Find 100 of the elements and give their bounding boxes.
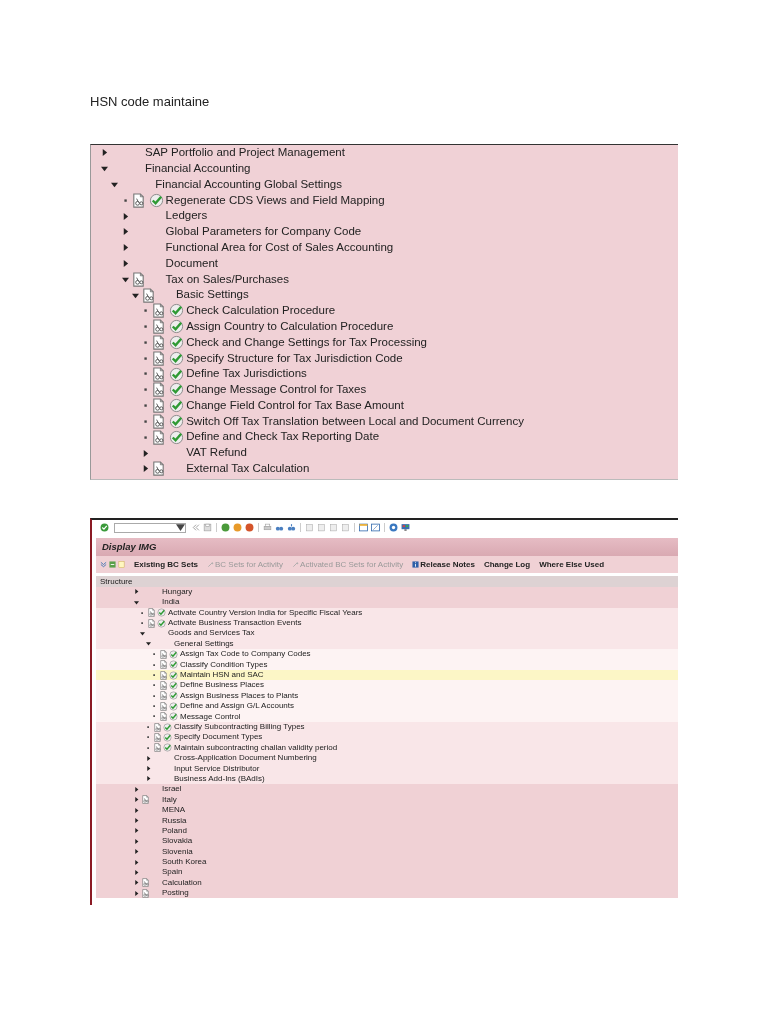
tree-row[interactable]: Input Service Distributor [96,763,678,774]
triangle-right-icon[interactable] [146,766,151,772]
tree-row[interactable]: General Settings [96,638,678,650]
tree-row[interactable]: Assign Tax Code to Company Codes [96,649,678,660]
tree-item-label[interactable]: Hungary [162,587,193,596]
triangle-right-icon[interactable] [121,228,129,236]
tree-row[interactable]: Spain [96,867,678,878]
toolbar-button[interactable]: Where Else Used [539,559,605,569]
triangle-right-icon[interactable] [134,890,139,896]
triangle-right-icon[interactable] [134,859,139,865]
tree-row[interactable]: Classify Condition Types [96,659,678,670]
tree-item-label[interactable]: India [162,598,180,607]
tree-item-label[interactable]: South Korea [162,858,207,867]
tree-row[interactable]: Poland [96,825,678,837]
tree-item-label[interactable]: Ledgers [165,210,208,222]
triangle-down-icon[interactable] [121,275,129,283]
tree-item-label[interactable]: Assign Country to Calculation Procedure [186,320,394,333]
tree-row[interactable]: Cross-Application Document Numbering [96,753,678,764]
tree-item-label[interactable]: Assign Business Places to Plants [180,691,299,700]
tree-row[interactable]: Calculation [96,877,678,889]
tree-row[interactable]: Activate Business Transaction Events [96,617,678,629]
tree-row[interactable]: Hungary [96,586,678,598]
tree-row[interactable]: Activate Country Version India for Specific Fiscal Years [96,607,678,618]
tree-row[interactable]: Posting [96,888,678,899]
triangle-right-icon[interactable] [134,869,139,875]
tree-item-label[interactable]: Poland [162,826,187,835]
tree-item-label[interactable]: Regenerate CDS Views and Field Mapping [165,194,385,207]
triangle-right-icon[interactable] [134,849,139,855]
command-field[interactable] [114,522,186,533]
tree-item-label[interactable]: Document [165,257,218,270]
triangle-right-icon[interactable] [142,449,150,457]
tree-row[interactable]: Israel [96,784,678,795]
tree-item-label[interactable]: Posting [162,889,189,898]
tree-item-label[interactable]: Define and Assign G/L Accounts [180,702,294,711]
triangle-right-icon[interactable] [121,244,129,252]
tree-item-label[interactable]: Financial Accounting Global Settings [155,178,342,191]
tree-item-label[interactable]: Define and Check Tax Reporting Date [186,431,380,443]
tree-item-label[interactable]: Check Calculation Procedure [186,305,336,317]
tree-item-label[interactable]: Classify Subcontracting Billing Types [174,723,305,731]
tree-item-label[interactable]: Financial Accounting [145,162,251,175]
tree-item-label[interactable]: Functional Area for Cost of Sales Accounting [165,241,394,254]
tree-item-label[interactable]: Maintain HSN and SAC [180,671,264,680]
tree-item-label[interactable]: Input Service Distributor [174,764,260,773]
tree-row[interactable]: Maintain HSN and SAC [96,669,678,681]
toolbar-button[interactable]: Release Notes [412,559,475,569]
triangle-right-icon[interactable] [101,149,108,157]
triangle-right-icon[interactable] [146,755,151,761]
tree-item-label[interactable]: Assign Tax Code to Company Codes [180,650,311,659]
triangle-right-icon[interactable] [134,807,139,813]
tree-item-label[interactable]: Slovakia [162,837,193,846]
tree-item-label[interactable]: Italy [162,795,177,804]
tree-row[interactable]: Define and Assign G/L Accounts [96,701,678,712]
triangle-right-icon[interactable] [134,589,139,595]
tree-item-label[interactable]: SAP Portfolio and Project Management [145,147,345,159]
triangle-right-icon[interactable] [134,786,139,792]
tree-item-label[interactable]: Message Control [180,712,241,721]
tree-item-label[interactable]: Define Tax Jurisdictions [186,368,307,380]
tree-row[interactable]: South Korea [96,856,678,868]
triangle-right-icon[interactable] [134,828,139,834]
triangle-down-icon[interactable] [140,631,145,636]
tree-item-label[interactable]: Slovenia [162,847,193,856]
tree-item-label[interactable]: Basic Settings [175,289,249,301]
tree-item-label[interactable]: Change Field Control for Tax Base Amount [186,399,404,412]
tree-row[interactable]: MENA [96,804,678,816]
tree-item-label[interactable]: Switch Off Tax Translation between Local and Document Currency [186,415,524,428]
triangle-down-icon[interactable] [134,599,139,605]
tree-item-label[interactable]: Activate Business Transaction Events [168,619,302,628]
tree-item-label[interactable]: Goods and Services Tax [168,629,255,638]
triangle-right-icon[interactable] [142,465,150,473]
tree-item-label[interactable]: Tax on Sales/Purchases [165,273,289,285]
tree-row[interactable]: Italy [96,794,678,805]
tree-item-label[interactable]: Classify Condition Types [180,660,268,669]
tree-item-label[interactable]: Global Parameters for Company Code [165,226,362,238]
tree-item-label[interactable]: External Tax Calculation [186,463,310,475]
tree-row[interactable]: Russia [96,815,678,826]
tree-item-label[interactable]: Change Message Control for Taxes [186,384,367,396]
triangle-right-icon[interactable] [134,880,139,886]
tree-item-label[interactable]: Israel [162,785,182,794]
triangle-right-icon[interactable] [134,818,139,823]
tree-item-label[interactable]: MENA [162,806,186,815]
tree-item-label[interactable]: Specify Document Types [174,733,263,742]
tree-row[interactable]: Message Control [96,711,678,722]
tree-item-label[interactable]: Spain [162,868,183,877]
tree-item-label[interactable]: Business Add-Ins (BAdIs) [174,774,265,783]
tree-item-label[interactable]: General Settings [174,639,234,648]
tree-item-label[interactable]: Calculation [162,878,202,887]
tree-row[interactable]: Classify Subcontracting Billing Types [96,721,678,733]
tree-item-label[interactable]: Cross-Application Document Numbering [174,754,317,763]
toolbar-button[interactable]: Change Log [483,559,531,569]
tree-row[interactable]: India [96,597,678,608]
tree-row[interactable]: Goods and Services Tax [96,628,678,639]
triangle-right-icon[interactable] [121,212,129,220]
tree-row[interactable]: Slovakia [96,836,678,847]
tree-row[interactable]: Slovenia [96,846,678,857]
triangle-right-icon[interactable] [134,797,139,803]
tree-item-label[interactable]: Check and Change Settings for Tax Processing [186,336,427,349]
triangle-down-icon[interactable] [131,291,139,299]
tree-item-label[interactable]: Specify Structure for Tax Jurisdiction Code [186,352,403,364]
triangle-right-icon[interactable] [134,838,139,844]
tree-row[interactable]: Maintain subcontracting challan validity period [96,742,678,753]
